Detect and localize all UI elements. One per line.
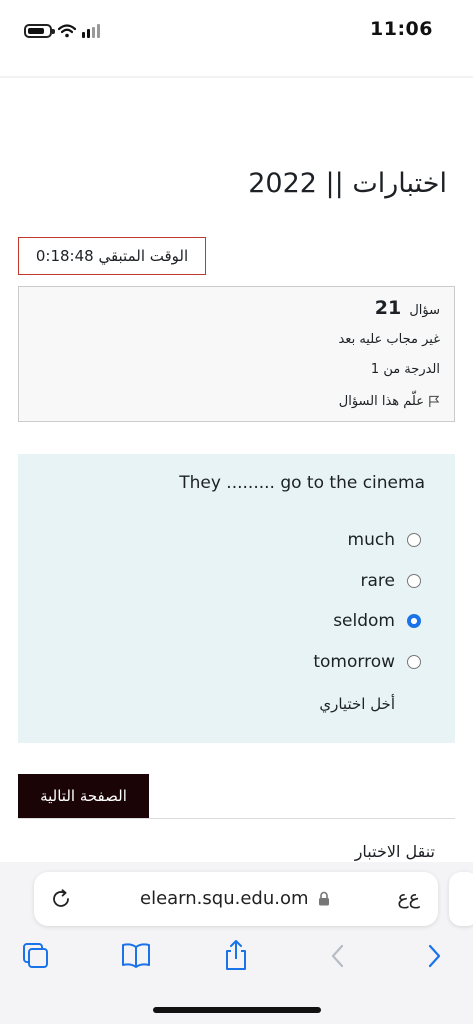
page-title: اختبارات || 2022 bbox=[248, 168, 447, 199]
radio-button[interactable] bbox=[407, 655, 421, 669]
flag-question-label: علّم هذا السؤال bbox=[338, 394, 424, 409]
next-page-button[interactable]: الصفحة التالية bbox=[18, 774, 149, 818]
tabs-icon[interactable] bbox=[20, 938, 52, 974]
option-label: rare bbox=[360, 571, 395, 591]
option-label: tomorrow bbox=[313, 652, 395, 672]
divider bbox=[18, 818, 455, 819]
forward-icon[interactable] bbox=[418, 938, 450, 974]
flag-icon bbox=[429, 395, 440, 408]
clear-choice-link[interactable]: أخل اختياري bbox=[319, 695, 395, 713]
header-divider bbox=[0, 76, 473, 78]
flag-question-link[interactable]: علّم هذا السؤال bbox=[339, 394, 440, 409]
radio-button[interactable] bbox=[407, 533, 421, 547]
option-label: seldom bbox=[333, 611, 395, 631]
option-tomorrow[interactable]: tomorrow bbox=[313, 652, 421, 672]
battery-icon bbox=[24, 24, 55, 38]
browser-toolbar bbox=[0, 938, 473, 978]
question-status: غير مجاب عليه بعد bbox=[338, 332, 440, 347]
url-text[interactable]: elearn.squ.edu.om bbox=[140, 888, 309, 909]
question-label: سؤال bbox=[409, 303, 440, 318]
address-bar[interactable]: elearn.squ.edu.om ﻉﻉ bbox=[34, 872, 438, 926]
option-label: much bbox=[347, 530, 395, 550]
bookmarks-icon[interactable] bbox=[120, 938, 152, 974]
cellular-signal-icon bbox=[82, 24, 100, 38]
share-icon[interactable] bbox=[220, 938, 252, 974]
question-number: 21 bbox=[374, 297, 402, 319]
back-icon[interactable] bbox=[322, 938, 354, 974]
question-content: They ......... go to the cinema much rar… bbox=[18, 454, 455, 743]
home-indicator bbox=[153, 1007, 321, 1013]
wifi-icon bbox=[58, 24, 76, 38]
status-icons bbox=[24, 22, 100, 40]
status-bar: 11:06 bbox=[0, 0, 473, 78]
option-seldom[interactable]: seldom bbox=[333, 611, 421, 631]
status-time: 11:06 bbox=[370, 18, 433, 40]
question-mark: الدرجة من 1 bbox=[370, 362, 440, 377]
radio-button[interactable] bbox=[407, 574, 421, 588]
next-tab-preview[interactable] bbox=[449, 872, 473, 926]
question-heading: سؤال 21 bbox=[375, 297, 440, 319]
lock-icon bbox=[319, 891, 329, 906]
question-text: They ......... go to the cinema bbox=[179, 473, 425, 493]
quiz-navigation-heading: تنقل الاختبار bbox=[354, 842, 435, 861]
text-size-button[interactable]: ﻉﻉ bbox=[397, 887, 420, 909]
option-rare[interactable]: rare bbox=[361, 571, 421, 591]
question-info-panel: سؤال 21 غير مجاب عليه بعد الدرجة من 1 عل… bbox=[18, 286, 455, 422]
quiz-timer: الوقت المتبقي 0:18:48 bbox=[18, 237, 206, 275]
option-much[interactable]: much bbox=[348, 530, 421, 550]
reload-icon[interactable] bbox=[50, 888, 72, 910]
radio-button-selected[interactable] bbox=[407, 614, 421, 628]
